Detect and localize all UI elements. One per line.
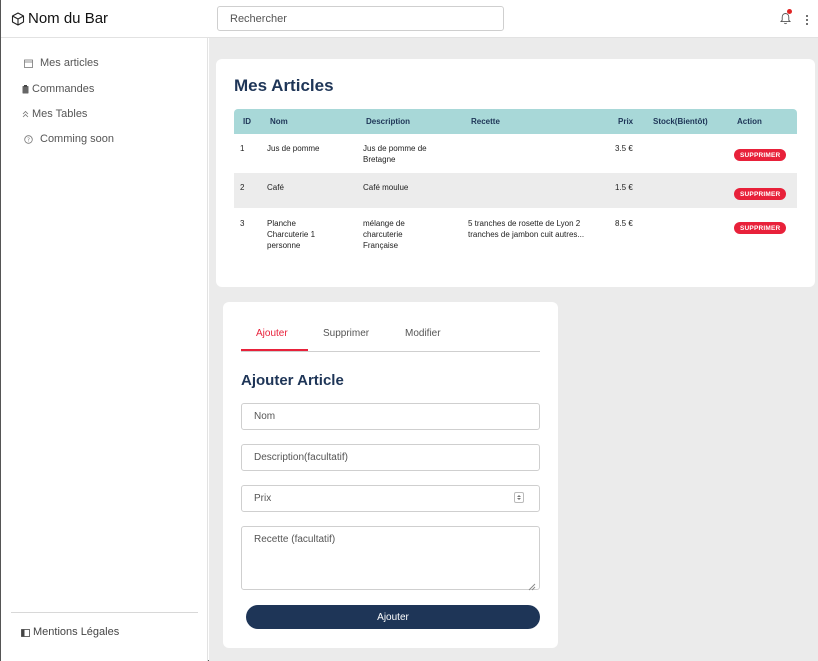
sidebar-item-commandes[interactable]: Commandes [21, 83, 94, 95]
sidebar-item-label: Mes articles [40, 57, 99, 69]
cell-id: 3 [240, 219, 245, 228]
sidebar-divider [11, 612, 198, 613]
column-header-nom: Nom [270, 117, 288, 126]
search-input[interactable] [217, 6, 504, 31]
chevrons-up-icon [21, 108, 30, 120]
book-icon [21, 628, 31, 637]
notification-bell-icon[interactable] [780, 9, 794, 27]
cell-nom: Jus de pomme [267, 144, 320, 153]
form-tabs: Ajouter Supprimer Modifier [241, 328, 540, 352]
calendar-icon [21, 57, 35, 69]
sidebar-item-label: Comming soon [40, 133, 114, 145]
table-row: 1 Jus de pomme Jus de pomme de Bretagne … [234, 134, 797, 173]
sidebar-item-mes-tables[interactable]: Mes Tables [21, 108, 87, 120]
column-header-recette: Recette [471, 117, 500, 126]
cell-nom: Planche Charcuterie 1 personne [267, 219, 316, 250]
description-field[interactable] [241, 444, 540, 471]
resize-handle-icon[interactable] [527, 578, 536, 591]
cell-id: 2 [240, 183, 245, 192]
cell-description: Jus de pomme de Bretagne [363, 144, 427, 164]
delete-button[interactable]: SUPPRIMER [734, 222, 787, 234]
svg-text:?: ? [27, 137, 30, 143]
sidebar-item-comming-soon[interactable]: ? Comming soon [21, 133, 114, 145]
brand[interactable]: Nom du Bar [11, 10, 108, 27]
prix-stepper[interactable] [514, 492, 524, 503]
sidebar: Mes articles Commandes Mes Tables ? Comm… [1, 38, 208, 661]
help-circle-icon: ? [21, 133, 35, 145]
articles-card: Mes Articles ID Nom Description Recette … [216, 59, 815, 287]
top-header: Nom du Bar [1, 0, 818, 38]
more-vertical-icon[interactable] [801, 11, 813, 27]
page-title: Mes Articles [234, 76, 334, 95]
mentions-legales-label: Mentions Légales [33, 626, 120, 638]
table-header: ID Nom Description Recette Prix Stock(Bi… [234, 109, 797, 134]
delete-button[interactable]: SUPPRIMER [734, 188, 787, 200]
brand-name: Nom du Bar [28, 10, 109, 27]
column-header-id: ID [243, 117, 251, 126]
column-header-description: Description [366, 117, 411, 126]
recette-field[interactable] [241, 526, 540, 590]
sidebar-item-label: Commandes [32, 83, 95, 95]
tab-supprimer[interactable]: Supprimer [323, 328, 369, 351]
column-header-stock: Stock(Bientôt) [653, 117, 708, 126]
nom-field[interactable] [241, 403, 540, 430]
column-header-prix: Prix [618, 117, 634, 126]
delete-button[interactable]: SUPPRIMER [734, 149, 787, 161]
table-row: 3 Planche Charcuterie 1 personne mélange… [234, 208, 797, 256]
app-window: Nom du Bar Mes articles Commandes [0, 0, 818, 661]
notification-dot [787, 9, 792, 14]
cube-icon [11, 11, 25, 26]
ajouter-button[interactable]: Ajouter [246, 605, 540, 629]
clipboard-icon [21, 83, 30, 95]
cell-id: 1 [240, 144, 245, 153]
cell-recette: 5 tranches de rosette de Lyon 2 tranches… [468, 219, 585, 239]
prix-field[interactable] [241, 485, 540, 512]
main-content: Mes Articles ID Nom Description Recette … [209, 38, 818, 661]
column-header-action: Action [737, 117, 762, 126]
cell-description: mélange de charcuterie Française [363, 219, 405, 250]
tab-ajouter[interactable]: Ajouter [241, 328, 308, 351]
cell-prix: 8.5 € [615, 219, 633, 228]
cell-nom: Café [267, 183, 284, 192]
sidebar-item-label: Mes Tables [32, 108, 88, 120]
cell-description: Café moulue [363, 183, 409, 192]
cell-prix: 1.5 € [615, 183, 633, 192]
article-form-card: Ajouter Supprimer Modifier Ajouter Artic… [223, 302, 558, 648]
cell-prix: 3.5 € [615, 144, 633, 153]
sidebar-item-mes-articles[interactable]: Mes articles [21, 57, 99, 69]
form-title: Ajouter Article [241, 372, 344, 389]
mentions-legales-link[interactable]: Mentions Légales [21, 626, 119, 638]
tab-modifier[interactable]: Modifier [405, 328, 441, 351]
table-row: 2 Café Café moulue 1.5 € SUPPRIMER [234, 173, 797, 208]
